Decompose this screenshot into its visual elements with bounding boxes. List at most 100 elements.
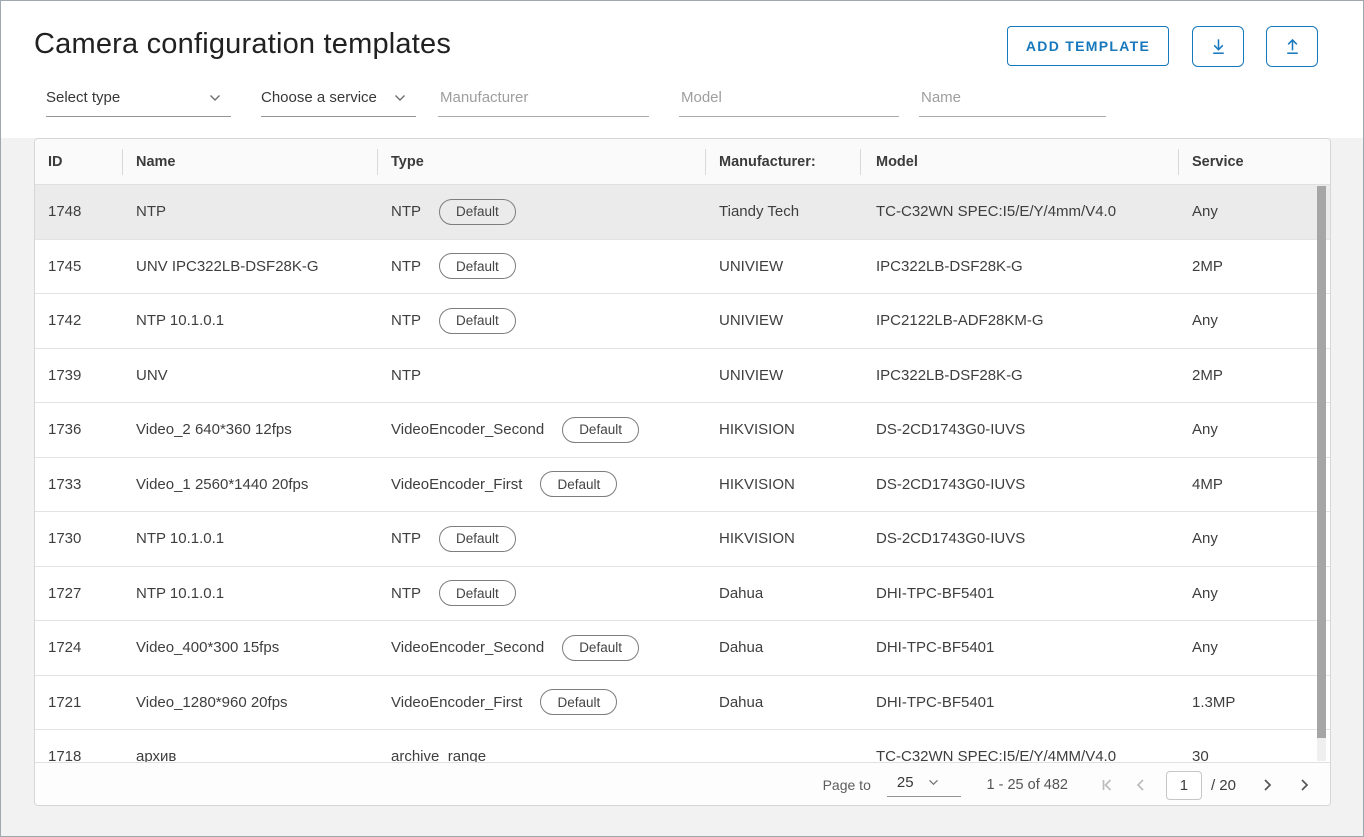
templates-table-card: ID Name Type Manufacturer: Model Service… bbox=[34, 138, 1331, 806]
cell-service: Any bbox=[1178, 585, 1330, 602]
cell-manufacturer: UNIVIEW bbox=[705, 312, 860, 329]
table-row[interactable]: 1721 Video_1280*960 20fps VideoEncoder_F… bbox=[35, 676, 1330, 731]
cell-type-label: NTP bbox=[391, 367, 421, 384]
cell-type-label: VideoEncoder_First bbox=[391, 694, 522, 711]
pagination-bar: Page to 25 1 - 25 of 482 / 20 bbox=[35, 762, 1330, 806]
default-chip-label: Default bbox=[456, 586, 499, 601]
cell-name: NTP bbox=[122, 203, 377, 220]
default-chip-label: Default bbox=[456, 259, 499, 274]
table-row[interactable]: 1742 NTP 10.1.0.1 NTP Default UNIVIEW IP… bbox=[35, 294, 1330, 349]
cell-type: NTP Default bbox=[377, 253, 705, 279]
cell-name: Video_2 640*360 12fps bbox=[122, 421, 377, 438]
table-row[interactable]: 1730 NTP 10.1.0.1 NTP Default HIKVISION … bbox=[35, 512, 1330, 567]
page-size-value: 25 bbox=[897, 774, 914, 791]
cell-type: NTP Default bbox=[377, 308, 705, 334]
total-pages-label: / 20 bbox=[1211, 777, 1236, 794]
table-row[interactable]: 1727 NTP 10.1.0.1 NTP Default Dahua DHI-… bbox=[35, 567, 1330, 622]
cell-type-label: NTP bbox=[391, 258, 421, 275]
model-filter-input[interactable] bbox=[679, 86, 899, 117]
table-row[interactable]: 1745 UNV IPC322LB-DSF28K-G NTP Default U… bbox=[35, 240, 1330, 295]
cell-id: 1745 bbox=[35, 258, 122, 275]
previous-page-button[interactable] bbox=[1130, 774, 1152, 796]
cell-service: Any bbox=[1178, 203, 1330, 220]
cell-name: Video_400*300 15fps bbox=[122, 639, 377, 656]
default-chip-label: Default bbox=[557, 695, 600, 710]
table-row[interactable]: 1736 Video_2 640*360 12fps VideoEncoder_… bbox=[35, 403, 1330, 458]
page-size-label: Page to bbox=[823, 777, 871, 793]
cell-model: IPC322LB-DSF28K-G bbox=[860, 258, 1178, 275]
cell-name: UNV bbox=[122, 367, 377, 384]
default-chip: Default bbox=[540, 689, 617, 715]
default-chip-label: Default bbox=[579, 640, 622, 655]
next-page-button[interactable] bbox=[1256, 774, 1278, 796]
cell-id: 1748 bbox=[35, 203, 122, 220]
cell-service: Any bbox=[1178, 530, 1330, 547]
scrollbar-thumb[interactable] bbox=[1317, 186, 1326, 738]
default-chip-label: Default bbox=[557, 477, 600, 492]
current-page-input[interactable] bbox=[1166, 771, 1202, 800]
cell-manufacturer: Dahua bbox=[705, 639, 860, 656]
table-row[interactable]: 1739 UNV NTP UNIVIEW IPC322LB-DSF28K-G 2… bbox=[35, 349, 1330, 404]
table-row[interactable]: 1718 архив archive_range TC-C32WN SPEC:I… bbox=[35, 730, 1330, 762]
cell-model: DS-2CD1743G0-IUVS bbox=[860, 421, 1178, 438]
add-template-button[interactable]: ADD TEMPLATE bbox=[1007, 26, 1169, 66]
table-scrollbar[interactable] bbox=[1317, 186, 1326, 761]
manufacturer-filter-input[interactable] bbox=[438, 86, 649, 117]
default-chip-label: Default bbox=[456, 531, 499, 546]
column-header-service[interactable]: Service bbox=[1178, 139, 1330, 185]
column-header-manufacturer[interactable]: Manufacturer: bbox=[705, 139, 860, 185]
cell-type: NTP Default bbox=[377, 526, 705, 552]
cell-model: DHI-TPC-BF5401 bbox=[860, 585, 1178, 602]
cell-service: Any bbox=[1178, 639, 1330, 656]
table-header-row: ID Name Type Manufacturer: Model Service bbox=[35, 139, 1330, 185]
service-filter-label: Choose a service bbox=[261, 89, 377, 106]
default-chip: Default bbox=[439, 253, 516, 279]
cell-model: TC-C32WN SPEC:I5/E/Y/4mm/V4.0 bbox=[860, 203, 1178, 220]
cell-name: NTP 10.1.0.1 bbox=[122, 312, 377, 329]
cell-type: NTP Default bbox=[377, 580, 705, 606]
first-page-button[interactable] bbox=[1096, 774, 1118, 796]
cell-id: 1736 bbox=[35, 421, 122, 438]
chevron-left-icon bbox=[1132, 776, 1150, 794]
cell-type: archive_range bbox=[377, 748, 705, 762]
cell-manufacturer: Dahua bbox=[705, 585, 860, 602]
table-row[interactable]: 1748 NTP NTP Default Tiandy Tech TC-C32W… bbox=[35, 185, 1330, 240]
import-templates-button[interactable] bbox=[1192, 26, 1244, 67]
column-header-name[interactable]: Name bbox=[122, 139, 377, 185]
export-templates-button[interactable] bbox=[1266, 26, 1318, 67]
cell-id: 1727 bbox=[35, 585, 122, 602]
service-filter-select[interactable]: Choose a service bbox=[261, 86, 416, 117]
cell-id: 1724 bbox=[35, 639, 122, 656]
last-page-button[interactable] bbox=[1294, 774, 1316, 796]
cell-manufacturer: HIKVISION bbox=[705, 421, 860, 438]
cell-type-label: NTP bbox=[391, 312, 421, 329]
page-size-select[interactable]: 25 bbox=[887, 774, 961, 797]
cell-name: Video_1 2560*1440 20fps bbox=[122, 476, 377, 493]
cell-service: Any bbox=[1178, 421, 1330, 438]
table-row[interactable]: 1733 Video_1 2560*1440 20fps VideoEncode… bbox=[35, 458, 1330, 513]
cell-service: 2MP bbox=[1178, 258, 1330, 275]
cell-type-label: archive_range bbox=[391, 748, 486, 762]
cell-manufacturer: Dahua bbox=[705, 694, 860, 711]
cell-type: NTP bbox=[377, 367, 705, 384]
type-filter-select[interactable]: Select type bbox=[46, 86, 231, 117]
table-row[interactable]: 1724 Video_400*300 15fps VideoEncoder_Se… bbox=[35, 621, 1330, 676]
cell-service: 4MP bbox=[1178, 476, 1330, 493]
cell-type-label: VideoEncoder_First bbox=[391, 476, 522, 493]
cell-model: IPC2122LB-ADF28KM-G bbox=[860, 312, 1178, 329]
cell-model: DS-2CD1743G0-IUVS bbox=[860, 530, 1178, 547]
cell-manufacturer: Tiandy Tech bbox=[705, 203, 860, 220]
column-header-id[interactable]: ID bbox=[35, 139, 122, 185]
name-filter-input[interactable] bbox=[919, 86, 1106, 117]
cell-manufacturer: UNIVIEW bbox=[705, 367, 860, 384]
cell-type-label: NTP bbox=[391, 530, 421, 547]
cell-manufacturer: HIKVISION bbox=[705, 476, 860, 493]
cell-type: VideoEncoder_Second Default bbox=[377, 417, 705, 443]
cell-id: 1733 bbox=[35, 476, 122, 493]
column-header-type[interactable]: Type bbox=[377, 139, 705, 185]
cell-manufacturer: HIKVISION bbox=[705, 530, 860, 547]
column-header-model[interactable]: Model bbox=[860, 139, 1178, 185]
cell-service: 30 bbox=[1178, 748, 1330, 762]
cell-type-label: VideoEncoder_Second bbox=[391, 421, 544, 438]
type-filter-label: Select type bbox=[46, 89, 120, 106]
